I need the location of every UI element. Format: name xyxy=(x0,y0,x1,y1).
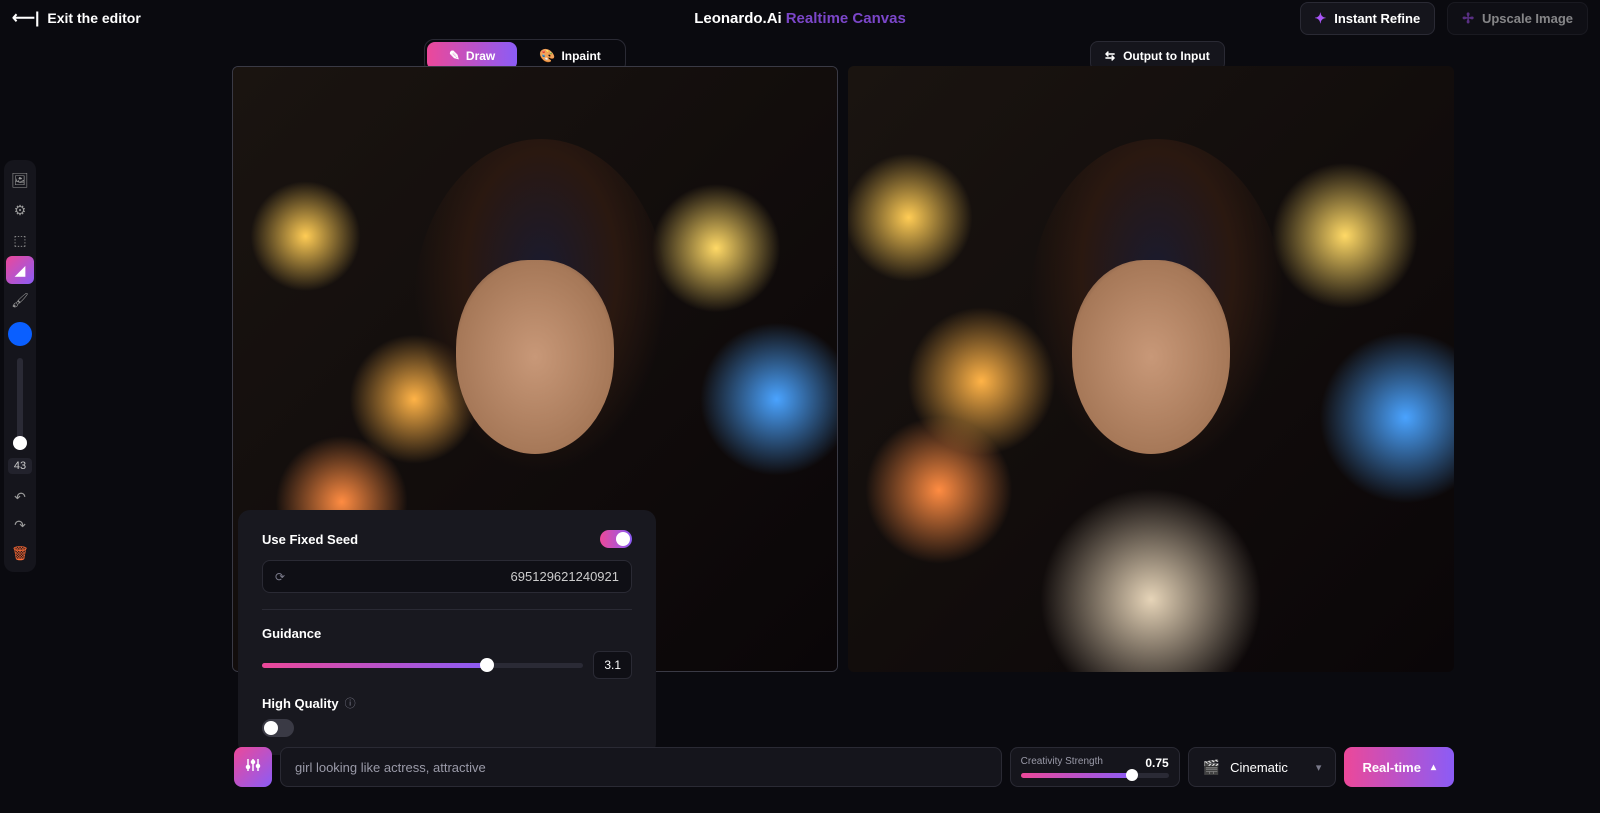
high-quality-label: High Quality xyxy=(262,696,339,711)
seed-input[interactable]: ⟳ 695129621240921 xyxy=(262,560,632,593)
prompt-text: girl looking like actress, attractive xyxy=(295,760,486,775)
fixed-seed-toggle[interactable] xyxy=(600,530,632,548)
creativity-value: 0.75 xyxy=(1145,756,1168,770)
pencil-icon: ✎ xyxy=(449,48,460,64)
output-image xyxy=(848,66,1454,672)
sliders-icon xyxy=(245,757,261,778)
undo-icon: ↶ xyxy=(14,489,26,506)
realtime-label: Real-time xyxy=(1362,760,1421,775)
upscale-label: Upscale Image xyxy=(1482,11,1573,26)
swap-icon: ⇆ xyxy=(1105,49,1115,63)
brush-size-slider[interactable] xyxy=(17,358,23,450)
guidance-value: 3.1 xyxy=(593,651,632,679)
chevron-down-icon: ▾ xyxy=(1316,761,1322,774)
trash-icon: 🗑 xyxy=(11,545,29,562)
brush-tool-button[interactable]: 🖌 xyxy=(6,286,34,314)
undo-button[interactable]: ↶ xyxy=(6,484,34,510)
style-select[interactable]: 🎬 Cinematic ▾ xyxy=(1188,747,1337,787)
brush-icon: 🖌 xyxy=(11,292,29,309)
logo-sub: Realtime Canvas xyxy=(786,10,906,27)
chevron-up-icon: ▴ xyxy=(1431,762,1436,773)
eraser-tool-button[interactable]: ◢ xyxy=(6,256,34,284)
creativity-slider[interactable] xyxy=(1021,773,1169,778)
creativity-strength-control[interactable]: Creativity Strength 0.75 xyxy=(1010,747,1180,787)
delete-button[interactable]: 🗑 xyxy=(6,540,34,566)
prompt-input[interactable]: girl looking like actress, attractive xyxy=(280,747,1002,787)
inpaint-label: Inpaint xyxy=(561,49,600,63)
select-icon: ⬚ xyxy=(13,232,26,249)
eraser-icon: ◢ xyxy=(15,262,26,279)
upscale-image-button[interactable]: ✢ Upscale Image xyxy=(1447,2,1588,35)
upscale-icon: ✢ xyxy=(1462,10,1474,27)
info-icon[interactable]: ⓘ xyxy=(345,695,356,711)
creativity-fill xyxy=(1021,773,1132,778)
palette-icon: 🎨 xyxy=(539,48,555,64)
side-toolbar: 🖼 ⚙ ⬚ ◢ 🖌 43 ↶ ↷ 🗑 xyxy=(4,160,36,572)
image-icon: 🖼 xyxy=(11,172,29,189)
style-icon: 🎬 xyxy=(1203,759,1220,776)
brush-size-value: 43 xyxy=(8,458,32,474)
output-to-input-label: Output to Input xyxy=(1123,49,1210,63)
redo-icon: ↷ xyxy=(14,517,26,534)
divider xyxy=(262,609,632,610)
guidance-fill xyxy=(262,663,487,668)
realtime-button[interactable]: Real-time ▴ xyxy=(1344,747,1454,787)
settings-popup: Use Fixed Seed ⟳ 695129621240921 Guidanc… xyxy=(238,510,656,755)
high-quality-toggle[interactable] xyxy=(262,719,294,737)
guidance-label: Guidance xyxy=(262,626,632,641)
draw-label: Draw xyxy=(466,49,495,63)
adjust-icon: ⚙ xyxy=(14,202,27,219)
style-label: Cinematic xyxy=(1230,760,1288,775)
fixed-seed-label: Use Fixed Seed xyxy=(262,532,358,547)
instant-refine-button[interactable]: ✦ Instant Refine xyxy=(1300,2,1436,35)
exit-label: Exit the editor xyxy=(47,10,140,26)
select-tool-button[interactable]: ⬚ xyxy=(6,226,34,254)
creativity-thumb[interactable] xyxy=(1126,769,1138,781)
redo-button[interactable]: ↷ xyxy=(6,512,34,538)
seed-refresh-icon[interactable]: ⟳ xyxy=(275,570,285,584)
sparkle-icon: ✦ xyxy=(1315,10,1327,27)
settings-button[interactable] xyxy=(234,747,272,787)
brush-size-thumb[interactable] xyxy=(13,436,27,450)
seed-value: 695129621240921 xyxy=(511,569,619,584)
instant-refine-label: Instant Refine xyxy=(1334,11,1420,26)
exit-icon: ⟵| xyxy=(12,8,39,28)
app-title: Leonardo.Ai Realtime Canvas xyxy=(694,10,906,27)
toggle-knob xyxy=(616,532,630,546)
color-picker[interactable] xyxy=(8,322,32,346)
adjust-tool-button[interactable]: ⚙ xyxy=(6,196,34,224)
image-tool-button[interactable]: 🖼 xyxy=(6,166,34,194)
toggle-knob xyxy=(264,721,278,735)
exit-editor-button[interactable]: ⟵| Exit the editor xyxy=(12,8,141,28)
creativity-label: Creativity Strength xyxy=(1021,756,1103,770)
output-canvas xyxy=(848,66,1454,672)
guidance-thumb[interactable] xyxy=(480,658,494,672)
guidance-slider[interactable] xyxy=(262,663,583,668)
logo-main: Leonardo.Ai xyxy=(694,10,782,27)
